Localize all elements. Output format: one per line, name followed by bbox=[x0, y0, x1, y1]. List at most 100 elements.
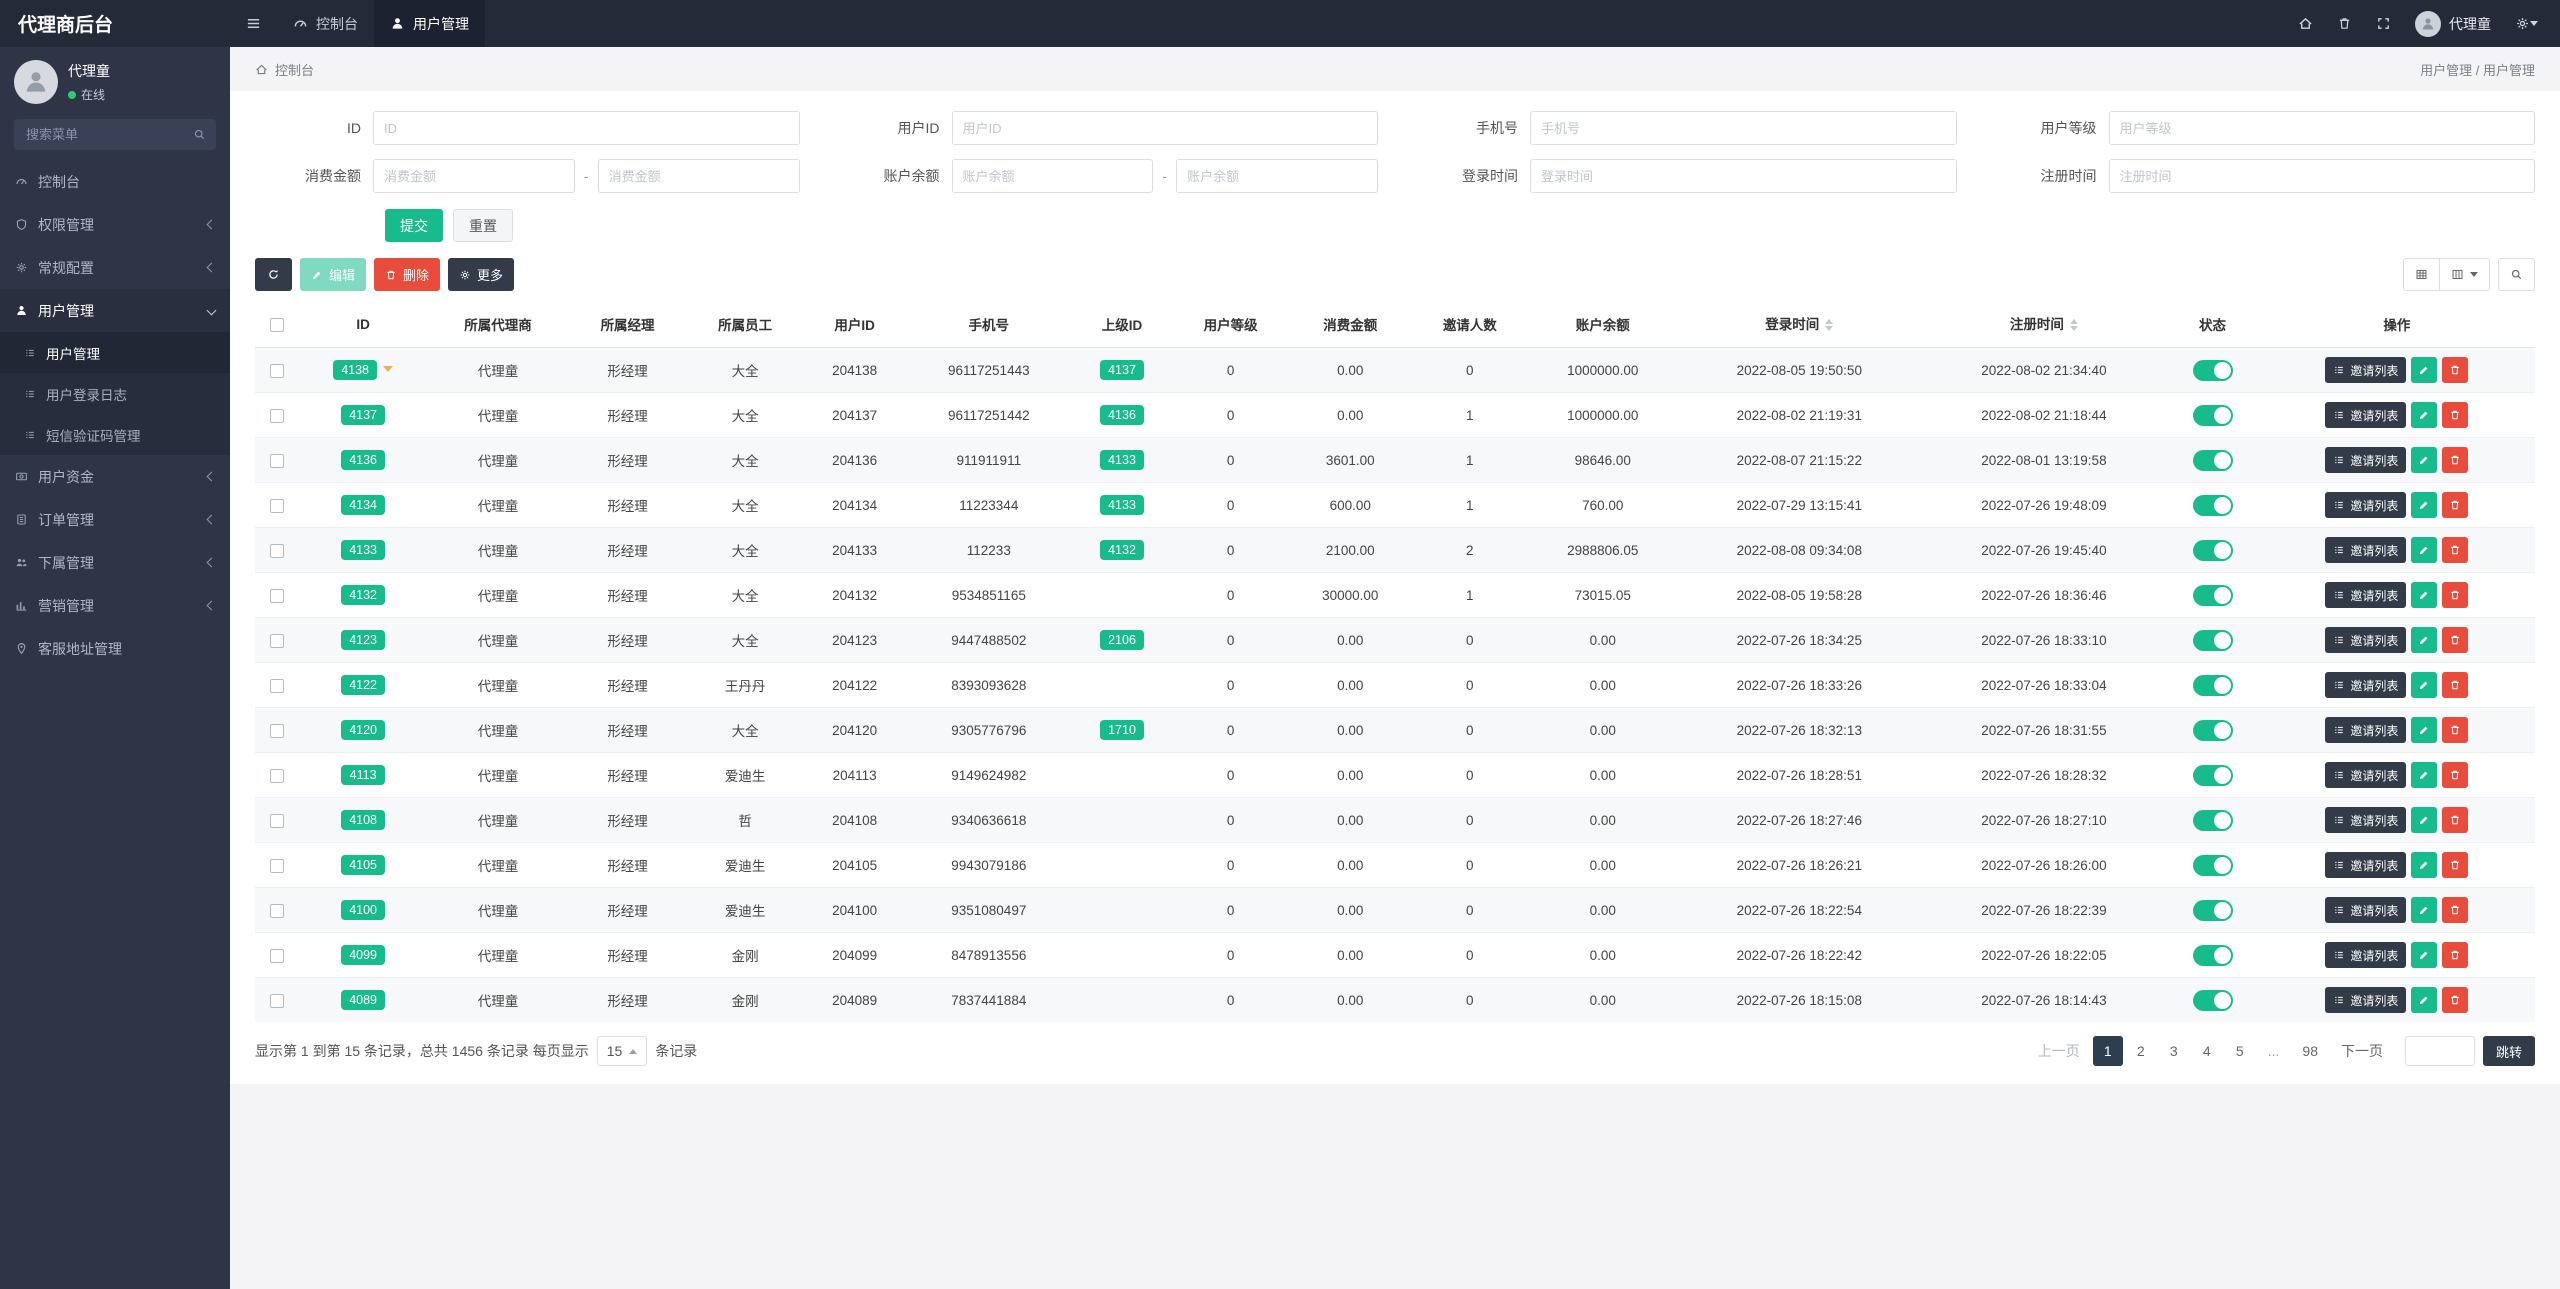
page-button[interactable]: 3 bbox=[2159, 1036, 2189, 1066]
status-toggle[interactable] bbox=[2192, 449, 2233, 471]
sidebar-item[interactable]: 下属管理 bbox=[0, 541, 230, 584]
column-header[interactable]: 操作 bbox=[2258, 301, 2535, 349]
menu-search-input[interactable] bbox=[14, 119, 182, 150]
row-checkbox[interactable] bbox=[270, 679, 284, 694]
row-checkbox[interactable] bbox=[270, 589, 284, 604]
page-button[interactable]: 下一页 bbox=[2331, 1036, 2393, 1066]
edit-button[interactable] bbox=[2411, 987, 2438, 1014]
column-header[interactable]: 所属代理商 bbox=[427, 301, 569, 349]
page-button[interactable]: 98 bbox=[2292, 1036, 2328, 1066]
filter-input[interactable] bbox=[2108, 111, 2535, 145]
row-checkbox[interactable] bbox=[270, 814, 284, 829]
invite-list-button[interactable]: 邀请列表 bbox=[2325, 492, 2407, 519]
delete-button[interactable] bbox=[2442, 492, 2469, 519]
page-jump-input[interactable] bbox=[2404, 1036, 2475, 1067]
delete-button[interactable] bbox=[2442, 762, 2469, 789]
row-checkbox[interactable] bbox=[270, 634, 284, 649]
edit-button[interactable] bbox=[2411, 402, 2438, 429]
page-button[interactable]: 2 bbox=[2126, 1036, 2156, 1066]
column-header[interactable]: 所属员工 bbox=[686, 301, 804, 349]
invite-list-button[interactable]: 邀请列表 bbox=[2325, 762, 2407, 789]
select-all-checkbox[interactable] bbox=[270, 317, 284, 332]
column-header[interactable]: 上级ID bbox=[1072, 301, 1172, 349]
column-header[interactable]: 邀请人数 bbox=[1411, 301, 1529, 349]
column-header[interactable]: 注册时间 bbox=[1921, 301, 2167, 349]
delete-button[interactable] bbox=[2442, 897, 2469, 924]
edit-button[interactable] bbox=[2411, 942, 2438, 969]
fullscreen-button[interactable] bbox=[2364, 0, 2403, 47]
row-checkbox[interactable] bbox=[270, 544, 284, 559]
invite-list-button[interactable]: 邀请列表 bbox=[2325, 537, 2407, 564]
sidebar-subitem[interactable]: 用户登录日志 bbox=[0, 373, 230, 414]
sidebar-subitem[interactable]: 用户管理 bbox=[0, 332, 230, 373]
page-button[interactable]: 4 bbox=[2192, 1036, 2222, 1066]
invite-list-button[interactable]: 邀请列表 bbox=[2325, 717, 2407, 744]
edit-button[interactable] bbox=[2411, 672, 2438, 699]
row-checkbox[interactable] bbox=[270, 499, 284, 514]
status-toggle[interactable] bbox=[2192, 584, 2233, 606]
edit-button[interactable] bbox=[2411, 357, 2438, 384]
page-button[interactable]: 5 bbox=[2225, 1036, 2255, 1066]
delete-button[interactable] bbox=[2442, 672, 2469, 699]
invite-list-button[interactable]: 邀请列表 bbox=[2325, 627, 2407, 654]
status-toggle[interactable] bbox=[2192, 719, 2233, 741]
submit-button[interactable]: 提交 bbox=[385, 209, 443, 242]
delete-button[interactable] bbox=[2442, 987, 2469, 1014]
delete-button[interactable] bbox=[2442, 537, 2469, 564]
column-header[interactable]: 状态 bbox=[2166, 301, 2259, 349]
row-checkbox[interactable] bbox=[270, 454, 284, 469]
edit-toolbar-button[interactable]: 编辑 bbox=[300, 258, 367, 291]
invite-list-button[interactable]: 邀请列表 bbox=[2325, 987, 2407, 1014]
row-checkbox[interactable] bbox=[270, 724, 284, 739]
delete-button[interactable] bbox=[2442, 402, 2469, 429]
column-header[interactable]: 用户等级 bbox=[1171, 301, 1290, 349]
filter-input-min[interactable] bbox=[951, 159, 1154, 193]
reset-button[interactable]: 重置 bbox=[453, 209, 513, 242]
nav-item-user-management[interactable]: 用户管理 bbox=[374, 0, 485, 47]
row-checkbox[interactable] bbox=[270, 859, 284, 874]
filter-input-min[interactable] bbox=[373, 159, 575, 193]
column-header[interactable]: 所属经理 bbox=[568, 301, 687, 349]
status-toggle[interactable] bbox=[2192, 764, 2233, 786]
edit-button[interactable] bbox=[2411, 807, 2438, 834]
nav-item-console[interactable]: 控制台 bbox=[277, 0, 374, 47]
delete-button[interactable] bbox=[2442, 852, 2469, 879]
invite-list-button[interactable]: 邀请列表 bbox=[2325, 807, 2407, 834]
more-button[interactable]: 更多 bbox=[448, 258, 515, 291]
row-checkbox[interactable] bbox=[270, 949, 284, 964]
delete-button[interactable] bbox=[2442, 717, 2469, 744]
edit-button[interactable] bbox=[2411, 537, 2438, 564]
status-toggle[interactable] bbox=[2192, 359, 2233, 381]
delete-button[interactable] bbox=[2442, 447, 2469, 474]
refresh-button[interactable] bbox=[255, 258, 292, 291]
breadcrumb-left[interactable]: 控制台 bbox=[275, 60, 314, 79]
status-toggle[interactable] bbox=[2192, 854, 2233, 876]
edit-button[interactable] bbox=[2411, 717, 2438, 744]
column-header[interactable]: 消费金额 bbox=[1289, 301, 1412, 349]
sidebar-toggle-button[interactable] bbox=[230, 0, 277, 47]
row-checkbox[interactable] bbox=[270, 904, 284, 919]
filter-input[interactable] bbox=[1530, 159, 1957, 193]
filter-input[interactable] bbox=[373, 111, 800, 145]
sidebar-item[interactable]: 客服地址管理 bbox=[0, 627, 230, 670]
filter-input-max[interactable] bbox=[597, 159, 800, 193]
column-header[interactable]: 登录时间 bbox=[1676, 301, 1922, 349]
sort-icon[interactable] bbox=[2069, 315, 2078, 335]
home-button[interactable] bbox=[2286, 0, 2325, 47]
sidebar-item[interactable]: 权限管理 bbox=[0, 203, 230, 246]
edit-button[interactable] bbox=[2411, 447, 2438, 474]
status-toggle[interactable] bbox=[2192, 944, 2233, 966]
sidebar-item[interactable]: 常规配置 bbox=[0, 246, 230, 289]
menu-search-button[interactable] bbox=[182, 119, 216, 150]
table-search-button[interactable] bbox=[2498, 258, 2535, 291]
page-jump-button[interactable]: 跳转 bbox=[2482, 1036, 2535, 1067]
columns-button[interactable] bbox=[2440, 258, 2490, 291]
clear-cache-button[interactable] bbox=[2325, 0, 2364, 47]
row-checkbox[interactable] bbox=[270, 409, 284, 424]
edit-button[interactable] bbox=[2411, 897, 2438, 924]
status-toggle[interactable] bbox=[2192, 629, 2233, 651]
page-button[interactable]: 上一页 bbox=[2028, 1036, 2090, 1066]
sidebar-item[interactable]: 控制台 bbox=[0, 160, 230, 203]
invite-list-button[interactable]: 邀请列表 bbox=[2325, 942, 2407, 969]
navbar-user-menu[interactable]: 代理童 bbox=[2403, 0, 2503, 47]
